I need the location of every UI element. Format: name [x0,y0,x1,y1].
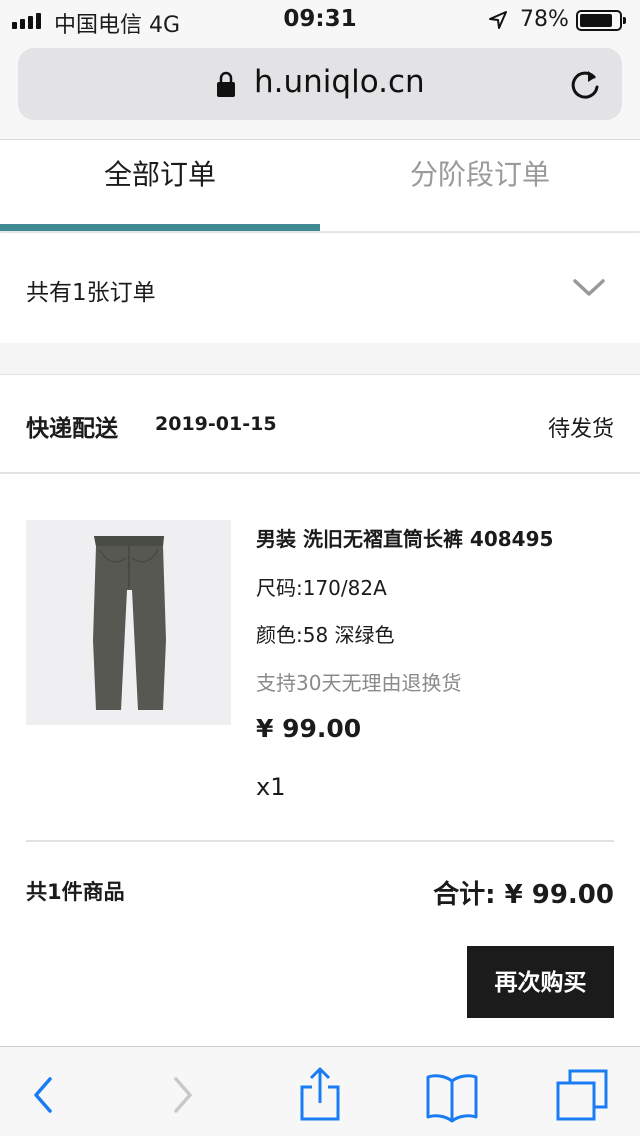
lock-icon [217,71,235,97]
url-text[interactable]: h.uniqlo.cn [254,64,425,100]
browser-toolbar [0,1046,640,1136]
order-header: 快递配送 2019-01-15 待发货 [0,376,640,474]
pants-icon [26,520,231,725]
bookmarks-icon[interactable] [422,1065,482,1125]
product-image[interactable] [26,520,231,725]
tab-staged-orders[interactable]: 分阶段订单 [320,141,640,231]
product-quantity: x1 [256,773,286,801]
reload-icon[interactable] [568,68,602,102]
delivery-type: 快递配送 [26,416,118,442]
section-gap [0,343,640,375]
share-icon[interactable] [290,1065,350,1125]
address-bar[interactable]: h.uniqlo.cn [18,48,622,120]
forward-icon[interactable] [152,1065,212,1125]
battery-percentage: 78% [520,7,569,32]
product-size: 尺码:170/82A [256,576,387,600]
product-color: 颜色:58 深绿色 [256,623,395,647]
product-name[interactable]: 男装 洗旧无褶直筒长裤 408495 [256,523,553,552]
order-count-text: 共有1张订单 [26,280,156,306]
battery-icon [576,10,626,31]
divider [26,840,614,842]
active-tab-indicator [0,224,320,231]
back-icon[interactable] [14,1065,74,1125]
return-policy: 支持30天无理由退换货 [256,671,462,695]
order-tabs: 全部订单 分阶段订单 [0,141,640,233]
order-date: 2019-01-15 [155,413,277,435]
tabs-icon[interactable] [554,1065,614,1125]
order-total: 合计: ¥ 99.00 [433,880,614,910]
address-bar-area: h.uniqlo.cn [0,40,640,140]
buy-again-button[interactable]: 再次购买 [467,946,614,1018]
order-status: 待发货 [547,417,614,442]
total-item-count: 共1件商品 [26,880,125,904]
tab-all-orders[interactable]: 全部订单 [0,141,320,231]
chevron-down-icon[interactable] [572,277,606,299]
status-bar: 中国电信 4G 09:31 78% [0,0,640,40]
location-icon [489,11,507,29]
product-price: ¥ 99.00 [256,714,362,743]
order-count-bar[interactable]: 共有1张订单 [0,233,640,343]
